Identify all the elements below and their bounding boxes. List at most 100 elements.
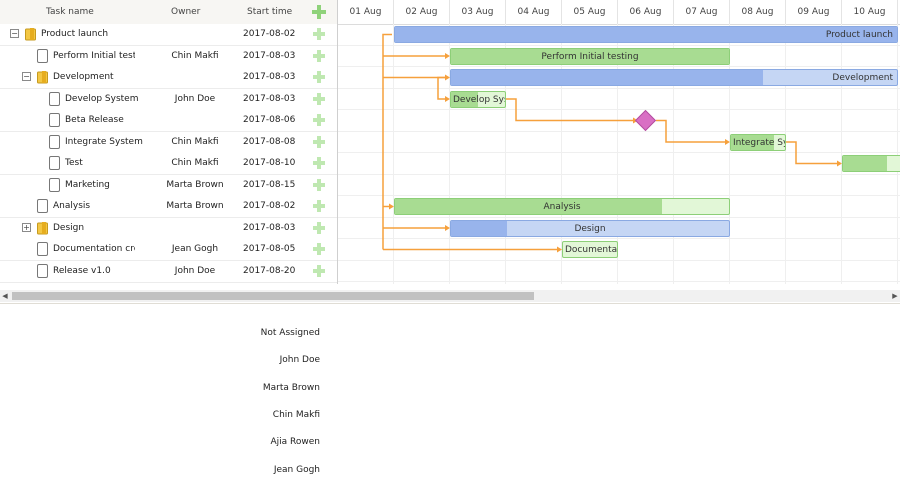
task-name: Perform Initial testing: [53, 50, 135, 61]
document-icon: [37, 263, 48, 278]
task-bar-label: Develop System: [453, 94, 505, 105]
task-start-time: 2017-08-03: [243, 50, 296, 61]
column-header-task-name[interactable]: Task name: [46, 0, 94, 24]
resource-item: Marta Brown: [262, 382, 320, 393]
task-row[interactable]: − Product launch 2017-08-02: [0, 24, 337, 46]
resource-item: Ajia Rowen: [270, 437, 321, 448]
task-bar[interactable]: Integrate System: [730, 133, 786, 151]
task-bar-label: Product launch: [825, 30, 893, 40]
collapse-icon[interactable]: −: [22, 72, 31, 81]
task-row[interactable]: Integrate System Chin Makfi 2017-08-08: [0, 131, 337, 154]
add-subtask-icon[interactable]: [313, 28, 325, 40]
task-row[interactable]: Analysis Marta Brown 2017-08-02: [0, 196, 337, 218]
folder-icon: [37, 71, 48, 84]
task-name: Design: [53, 222, 85, 233]
link-trunk: [382, 33, 392, 250]
add-subtask-icon[interactable]: [313, 114, 325, 126]
folder-icon: [25, 28, 36, 41]
task-row[interactable]: Develop System John Doe 2017-08-03: [0, 88, 337, 111]
document-icon: [37, 242, 48, 256]
add-subtask-icon[interactable]: [313, 49, 325, 62]
resource-item: Jean Gogh: [273, 464, 320, 475]
add-task-header-icon[interactable]: [312, 5, 326, 19]
horizontal-scrollbar[interactable]: ◀ ▶: [0, 290, 900, 302]
task-start-time: 2017-08-15: [243, 179, 296, 190]
task-row[interactable]: + Design 2017-08-03: [0, 217, 337, 240]
task-bar-label: Design: [574, 223, 606, 234]
task-row[interactable]: Documentation creation Jean Gogh 2017-08-0…: [0, 239, 337, 261]
task-row[interactable]: − Development 2017-08-03: [0, 67, 337, 89]
add-subtask-icon[interactable]: [313, 157, 325, 169]
task-owner: John Doe: [174, 93, 216, 104]
add-subtask-icon[interactable]: [313, 92, 325, 105]
scrollbar-thumb[interactable]: [12, 292, 534, 300]
document-icon: [37, 48, 48, 63]
task-start-time: 2017-08-20: [243, 265, 296, 276]
task-bar[interactable]: Product launch: [394, 26, 898, 43]
resource-item: Chin Makfi: [272, 409, 320, 420]
task-owner: Chin Makfi: [171, 158, 219, 168]
task-bar-label: Documentation creation: [565, 245, 618, 255]
add-subtask-icon[interactable]: [313, 243, 325, 255]
task-bar-label: Integrate System: [733, 137, 785, 148]
task-row[interactable]: Marketing Marta Brown 2017-08-15: [0, 174, 337, 197]
task-row[interactable]: Release v1.0 John Doe 2017-08-20: [0, 260, 337, 283]
task-owner: Jean Gogh: [171, 244, 219, 254]
document-icon: [49, 91, 60, 106]
resource-item: John Doe: [279, 355, 320, 366]
task-start-time: 2017-08-05: [243, 244, 296, 254]
add-subtask-icon[interactable]: [313, 200, 325, 212]
task-bar[interactable]: [842, 155, 900, 172]
column-header-start-time[interactable]: Start time: [247, 0, 292, 24]
task-start-time: 2017-08-02: [243, 29, 296, 39]
add-subtask-icon[interactable]: [313, 71, 325, 83]
scroll-right-icon[interactable]: ▶: [890, 290, 900, 302]
task-name: Release v1.0: [53, 265, 111, 276]
expand-icon[interactable]: +: [22, 222, 31, 232]
task-owner: John Doe: [174, 265, 216, 276]
column-header-owner[interactable]: Owner: [171, 0, 200, 24]
task-bar[interactable]: Develop System: [450, 90, 506, 108]
task-row[interactable]: Perform Initial testing Chin Makfi 2017-08…: [0, 45, 337, 68]
task-bar[interactable]: Documentation creation: [562, 241, 618, 258]
task-owner: Chin Makfi: [171, 136, 219, 147]
gantt-chart: Task name Owner Start time − Product lau…: [0, 0, 900, 304]
add-subtask-icon[interactable]: [313, 178, 325, 191]
task-start-time: 2017-08-08: [243, 136, 296, 147]
task-bar[interactable]: Analysis: [394, 198, 730, 215]
task-bar[interactable]: Perform Initial testing: [450, 47, 730, 65]
task-name: Test: [65, 158, 83, 168]
document-icon: [37, 199, 48, 213]
grid-header: Task name Owner Start time: [0, 0, 337, 25]
task-row[interactable]: Test Chin Makfi 2017-08-10: [0, 153, 337, 175]
task-start-time: 2017-08-03: [243, 93, 296, 104]
task-progress: [843, 156, 887, 171]
scroll-left-icon[interactable]: ◀: [0, 290, 10, 302]
task-owner: Chin Makfi: [171, 50, 219, 61]
link-line: [437, 76, 448, 100]
collapse-icon[interactable]: −: [10, 29, 19, 38]
task-bar[interactable]: Design: [450, 219, 730, 237]
task-bar-label: Analysis: [543, 202, 581, 212]
document-icon: [49, 156, 60, 170]
task-name: Marketing: [65, 179, 110, 190]
task-name: Beta Release: [65, 115, 124, 125]
add-subtask-icon[interactable]: [313, 264, 325, 277]
task-owner: Marta Brown: [166, 201, 224, 211]
task-bar-label: Perform Initial testing: [541, 51, 639, 62]
task-start-time: 2017-08-02: [243, 201, 296, 211]
task-name: Documentation creation: [53, 244, 135, 254]
task-owner: Marta Brown: [166, 179, 224, 190]
task-bar[interactable]: Development: [450, 69, 898, 86]
task-start-time: 2017-08-10: [243, 158, 296, 168]
link-line: [786, 141, 840, 165]
link-line: [506, 98, 636, 122]
task-name: Analysis: [53, 201, 91, 211]
add-subtask-icon[interactable]: [313, 135, 325, 148]
task-row[interactable]: Beta Release 2017-08-06: [0, 110, 337, 132]
task-name: Develop System: [65, 93, 139, 104]
document-icon: [49, 177, 60, 192]
task-start-time: 2017-08-06: [243, 115, 296, 125]
add-subtask-icon[interactable]: [313, 221, 325, 234]
task-start-time: 2017-08-03: [243, 222, 296, 233]
